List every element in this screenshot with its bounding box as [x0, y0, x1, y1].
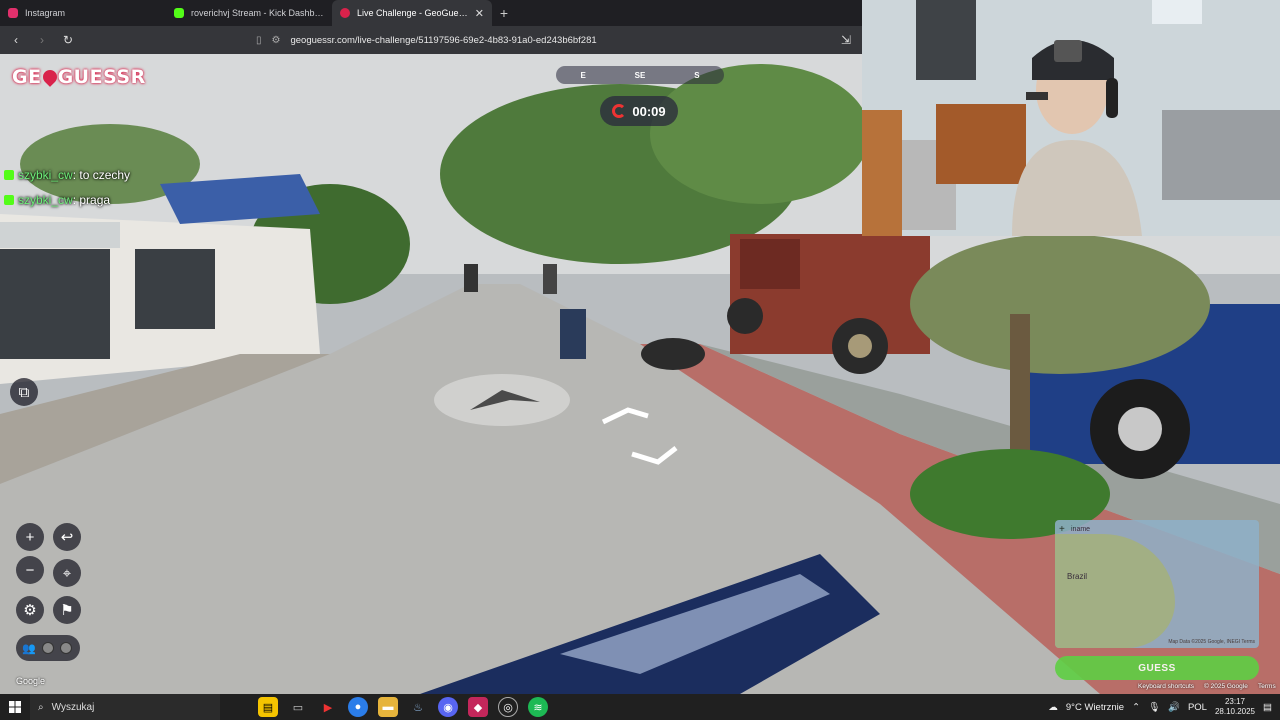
kick-icon	[174, 8, 184, 18]
tab-instagram[interactable]: Instagram	[0, 0, 166, 26]
sticky-notes-icon[interactable]: ▤	[258, 697, 278, 717]
start-button[interactable]	[0, 701, 30, 713]
timer-ring-icon	[612, 104, 627, 118]
guess-button[interactable]: GUESS	[1055, 656, 1259, 680]
search-placeholder: Wyszukaj	[51, 701, 95, 713]
address-bar: ‹ › ↻ ▯ ⚙ geoguessr.com/live-challenge/5…	[0, 26, 862, 54]
screen: Instagram roverichvj Stream - Kick Dashb…	[0, 0, 1280, 720]
google-watermark: Google	[16, 676, 46, 686]
browser-tab-bar: Instagram roverichvj Stream - Kick Dashb…	[0, 0, 862, 26]
flag-icon: ⚑	[60, 602, 74, 619]
undo-arrow-icon: ↩	[60, 529, 74, 546]
zoom-in-button[interactable]: +	[16, 523, 44, 551]
discord-icon[interactable]: ◉	[438, 697, 458, 717]
chat-text: : praga	[72, 193, 111, 207]
chat-username: szybki_cw	[18, 168, 73, 182]
url-text[interactable]: geoguessr.com/live-challenge/51197596-69…	[290, 35, 596, 46]
minus-icon: −	[25, 561, 35, 579]
gear-icon: ⚙	[23, 602, 37, 619]
obs-icon[interactable]: ◎	[498, 697, 518, 717]
new-tab-button[interactable]: +	[492, 0, 516, 26]
windows-logo-icon	[9, 701, 21, 713]
clock-time: 23:17	[1224, 697, 1245, 706]
bookmark-icon[interactable]: ▯	[256, 35, 262, 46]
chat-badge-icon	[4, 195, 14, 205]
weather-icon: ☁	[1048, 701, 1058, 713]
chat-username: szybki_cw	[18, 193, 73, 207]
forward-icon[interactable]: ›	[34, 33, 50, 47]
players-icon: 👥	[22, 642, 36, 655]
file-explorer-icon[interactable]: ▬	[378, 697, 398, 717]
map-attribution: Map Data ©2025 Google, INEGI Terms	[1168, 639, 1255, 645]
terms-link[interactable]: Terms	[1258, 683, 1276, 690]
map-pin-icon	[39, 67, 60, 87]
map-expand-icon[interactable]: +	[1059, 524, 1065, 535]
streaming-app-icon[interactable]: ◆	[468, 697, 488, 717]
map-label-country: Brazil	[1067, 572, 1088, 581]
report-location-button[interactable]: ⧉	[10, 378, 38, 406]
file-icon[interactable]: ▭	[288, 697, 308, 717]
chrome-icon[interactable]: ●	[348, 697, 368, 717]
avatar	[59, 642, 72, 654]
compass-se: SE	[634, 70, 646, 80]
chevron-up-icon[interactable]: ⌃	[1132, 702, 1140, 713]
language-indicator[interactable]: POL	[1188, 702, 1207, 713]
site-info-icon[interactable]: ⚙	[272, 35, 281, 46]
flag-button[interactable]: ⚑	[53, 596, 81, 624]
taskbar-search[interactable]: ⌕ Wyszukaj	[30, 694, 220, 720]
tab-label: Live Challenge - GeoGuessr	[357, 8, 468, 18]
undo-move-button[interactable]: ↩	[53, 523, 81, 551]
webcam-overlay	[862, 0, 1280, 236]
clock[interactable]: 23:17 28.10.2025	[1215, 697, 1255, 717]
map-land	[1055, 534, 1175, 648]
instagram-icon	[8, 8, 18, 18]
compass-e: E	[580, 70, 586, 80]
guess-minimap[interactable]: + iname Brazil Map Data ©2025 Google, IN…	[1055, 520, 1259, 648]
flag-chat-icon: ⧉	[18, 383, 30, 401]
taskbar-apps: ▤ ▭ ▶ ● ▬ ♨ ◉ ◆ ◎ ≋	[258, 697, 548, 717]
chat-badge-icon	[4, 170, 14, 180]
weather-text[interactable]: 9°C Wietrznie	[1066, 702, 1124, 713]
copyright-text: © 2025 Google	[1204, 683, 1248, 690]
tab-label: roverichvj Stream - Kick Dashboard	[191, 8, 324, 18]
chat-text: : to czechy	[72, 168, 131, 182]
timer-value: 00:09	[632, 103, 666, 119]
tab-kick-dashboard[interactable]: roverichvj Stream - Kick Dashboard	[166, 0, 332, 26]
close-tab-icon[interactable]: ✕	[475, 7, 484, 20]
location-pin-icon: ⌖	[62, 564, 72, 582]
reload-icon[interactable]: ↻	[60, 33, 76, 47]
spotify-icon[interactable]: ≋	[528, 697, 548, 717]
return-to-start-button[interactable]: ⌖	[53, 559, 81, 587]
map-label-top: iname	[1071, 526, 1091, 533]
extensions-icon[interactable]: ⇲	[838, 33, 854, 47]
tab-geoguessr[interactable]: Live Challenge - GeoGuessr ✕	[332, 0, 492, 26]
speaker-icon[interactable]: 🔊	[1168, 702, 1180, 713]
search-icon: ⌕	[38, 701, 44, 713]
windows-taskbar: ⌕ Wyszukaj ▤ ▭ ▶ ● ▬ ♨ ◉ ◆ ◎ ≋ ☁ 9°C Wie…	[0, 694, 1280, 720]
round-timer: 00:09	[600, 96, 678, 126]
compass-s: S	[694, 70, 700, 80]
microphone-icon[interactable]: 🎙	[1148, 702, 1160, 713]
back-icon[interactable]: ‹	[8, 33, 24, 47]
logo-text-right: GUESSR	[57, 66, 146, 88]
geoguessr-pin-icon	[340, 8, 350, 18]
settings-button[interactable]: ⚙	[16, 596, 44, 624]
steam-icon[interactable]: ♨	[408, 697, 428, 717]
system-tray: ☁ 9°C Wietrznie ⌃ 🎙 🔊 POL 23:17 28.10.20…	[1048, 697, 1280, 717]
avatar	[41, 642, 54, 654]
clock-date: 28.10.2025	[1214, 707, 1256, 716]
players-button[interactable]: 👥	[16, 635, 80, 661]
keyboard-shortcuts-link[interactable]: Keyboard shortcuts	[1138, 683, 1194, 690]
geoguessr-logo[interactable]: GE GUESSR	[12, 66, 146, 88]
tab-label: Instagram	[25, 8, 66, 18]
compass-bar: E SE S	[556, 66, 724, 84]
video-editor-icon[interactable]: ▶	[318, 697, 338, 717]
chat-message: szybki_cw: praga	[4, 193, 110, 207]
webcam-scene	[862, 0, 1280, 236]
plus-icon: +	[25, 528, 35, 546]
logo-text-left: GE	[12, 66, 42, 88]
chat-message: szybki_cw: to czechy	[4, 168, 130, 182]
zoom-out-button[interactable]: −	[16, 556, 44, 584]
notification-icon[interactable]: ▤	[1263, 702, 1272, 713]
